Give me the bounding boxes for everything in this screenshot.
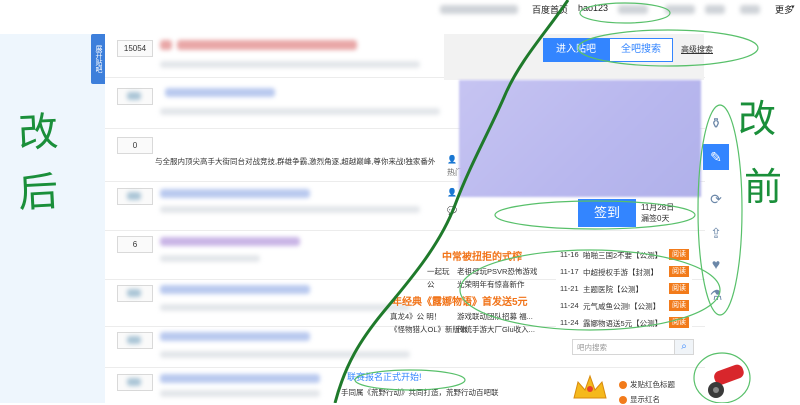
release-row[interactable]: 11-17 中超授权手游【封测】 阅读 (556, 265, 692, 279)
reply-count (117, 188, 153, 205)
reply-count (117, 332, 153, 349)
blurred-tag (160, 40, 172, 50)
sign-streak: 漏签0天 (641, 214, 670, 223)
release-title[interactable]: 露娜物语送5元【公测】 (583, 318, 662, 329)
heart-icon[interactable]: ♥ (703, 251, 729, 277)
release-date: 11-21 (560, 284, 579, 293)
expand-bar-tab[interactable]: 展开贴吧 (91, 34, 106, 84)
bottom-news-title[interactable]: 联赛报名正式开始! (347, 370, 499, 383)
cannon-icon[interactable] (700, 360, 748, 400)
blurred-abstract (160, 255, 260, 262)
read-tag[interactable]: 阅读 (669, 266, 689, 277)
flask-icon[interactable]: ⚗ (703, 282, 729, 308)
reply-count: 15054 (117, 40, 153, 57)
blurred-top-link (705, 5, 725, 14)
blurred-abstract (160, 351, 410, 358)
sign-in-button[interactable]: 签到 (578, 199, 636, 227)
blurred-top-link (618, 5, 648, 14)
release-date: 11-24 (560, 318, 579, 327)
read-tag[interactable]: 阅读 (669, 249, 689, 260)
user-icon: 👤 (447, 155, 457, 164)
bottom-news: 联赛报名正式开始! 手同属《荒野行动》共同打造，荒野行动百吧联 (335, 370, 499, 398)
blurred-top-link (740, 5, 760, 14)
release-row[interactable]: 11-21 主题医院【公测】 阅读 (556, 282, 692, 296)
reply-count (117, 374, 153, 391)
annotation-right-bottom: 前 (744, 165, 783, 209)
search-all-button[interactable]: 全吧搜索 (609, 38, 673, 62)
blurred-thread-title (160, 189, 310, 198)
annotation-left-bottom: 后 (17, 168, 60, 218)
annotation-right-top: 改 (738, 97, 777, 141)
news-item[interactable]: 光荣明年有惊喜新作 (457, 279, 525, 290)
annotation-left-top: 改 (17, 108, 60, 158)
sign-info: 11月28日 漏签0天 (641, 202, 674, 224)
news-block: 中常被扭拒的式榨 一起玩 老祖母玩PSVR恐怖游戏 公 光荣明年有惊喜新作 年经… (390, 245, 550, 335)
blurred-abstract (160, 108, 440, 115)
news-item[interactable]: 传统手游大厂Glu收入... (457, 324, 535, 335)
blurred-thread-title (160, 237, 300, 246)
release-row[interactable]: 11-24 元气咸鱼公测!【公测】 阅读 (556, 299, 692, 313)
read-tag[interactable]: 阅读 (669, 300, 689, 311)
news-item[interactable]: 《怪物猎人OL》新版本 (390, 324, 468, 335)
read-tag[interactable]: 阅读 (669, 317, 689, 328)
news-item[interactable]: 老祖母玩PSVR恐怖游戏 (457, 266, 537, 277)
release-date: 11-16 (560, 250, 579, 259)
refresh-icon[interactable]: ⟳ (703, 186, 729, 212)
blurred-thread-title (160, 374, 320, 383)
hao123-link[interactable]: hao123 (578, 3, 608, 13)
blurred-top-link (440, 5, 518, 14)
promo-dot-icon (619, 381, 627, 390)
edit-icon[interactable]: ✎ (703, 144, 729, 170)
top-bar: 百度首页 hao123 更多 ▾ (0, 0, 800, 18)
blurred-top-link (665, 5, 695, 14)
game-release-list: 11-16 啪啪三国2不要【公测】 阅读 11-17 中超授权手游【封测】 阅读… (556, 248, 692, 334)
thread-abstract: 与全服内顶尖高手大街同台对战竞技,群雄争霸,激烈角逐,超越巅峰,尊你来战!独家番… (155, 157, 436, 166)
bottle-icon[interactable]: ⚱ (703, 110, 729, 136)
release-title[interactable]: 中超授权手游【封测】 (583, 267, 658, 278)
news-item[interactable]: 一起玩 (427, 266, 450, 277)
crown-icon (573, 374, 607, 399)
release-row[interactable]: 11-16 啪啪三国2不要【公测】 阅读 (556, 248, 692, 262)
promo-item[interactable]: 显示红名 (619, 394, 660, 405)
release-date: 11-17 (560, 267, 579, 276)
read-tag[interactable]: 阅读 (669, 283, 689, 294)
reply-count: 0 (117, 137, 153, 154)
search-icon[interactable]: ⌕ (674, 339, 694, 355)
news-headline[interactable]: 年经典《露娜物语》首发送5元 (392, 293, 528, 308)
left-background (0, 34, 105, 403)
sign-date: 11月28日 (641, 203, 675, 212)
enter-bar-button[interactable]: 进入贴吧 (543, 38, 609, 62)
baidu-home-link[interactable]: 百度首页 (532, 3, 568, 16)
blurred-abstract (160, 390, 320, 397)
blurred-thread-title (160, 332, 310, 341)
blurred-thread-title (165, 88, 275, 97)
comment-icon: 💬 (447, 206, 457, 215)
blurred-thread-title (177, 40, 357, 50)
release-row[interactable]: 11-24 露娜物语送5元【公测】 阅读 (556, 316, 692, 330)
blurred-thread-title (160, 285, 310, 294)
promo-item[interactable]: 发贴红色标题 (619, 379, 675, 390)
news-headline[interactable]: 中常被扭拒的式榨 (442, 248, 522, 263)
news-item[interactable]: 公 (427, 279, 435, 290)
news-item[interactable]: 游戏联动团队招募 福... (457, 311, 533, 322)
reply-count: 6 (117, 236, 153, 253)
release-title[interactable]: 主题医院【公测】 (583, 284, 643, 295)
reply-count (117, 285, 153, 302)
blurred-abstract (160, 206, 420, 213)
caret-down-icon: ▾ (791, 4, 795, 11)
blurred-abstract (160, 304, 410, 311)
user-icon: 👤 (447, 188, 457, 197)
reply-count (117, 88, 153, 105)
blurred-abstract (160, 61, 420, 68)
release-title[interactable]: 啪啪三国2不要【公测】 (583, 250, 662, 261)
release-title[interactable]: 元气咸鱼公测!【公测】 (583, 301, 660, 312)
search-actions: 进入贴吧 全吧搜索 高级搜索 (540, 38, 720, 63)
blurred-banner[interactable] (459, 80, 701, 197)
news-item[interactable]: 真龙4》公 明！ (390, 311, 441, 322)
advanced-search-link[interactable]: 高级搜索 (681, 44, 713, 55)
release-date: 11-24 (560, 301, 579, 310)
share-icon[interactable]: ⇪ (703, 220, 729, 246)
bottom-news-text[interactable]: 手同属《荒野行动》共同打造，荒野行动百吧联 (341, 387, 499, 398)
